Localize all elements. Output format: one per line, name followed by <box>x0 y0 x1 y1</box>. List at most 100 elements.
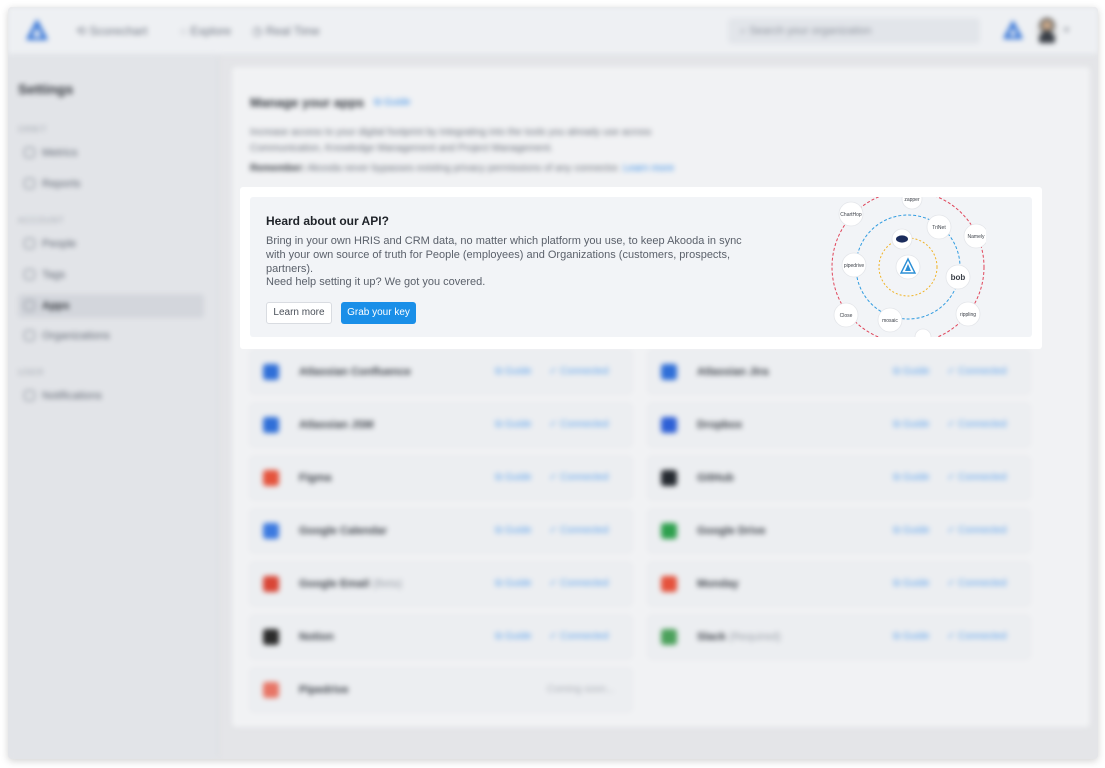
integrations-orbit-illustration: ChartHop TriNet Namely pipedrive bob rip… <box>831 197 986 337</box>
app-guide-link[interactable]: ⧉ Guide <box>495 578 532 589</box>
app-guide-link[interactable]: ⧉ Guide <box>495 472 532 483</box>
app-logo-icon <box>661 417 677 433</box>
app-name-label: Slack <box>697 631 726 643</box>
app-name-label: Pipedrive <box>299 684 349 696</box>
app-name-label: Google Email <box>299 578 370 590</box>
app-guide-link[interactable]: ⧉ Guide <box>893 419 930 430</box>
app-row[interactable]: Google Calendar ⧉ Guide ✓ Connected <box>250 509 632 553</box>
search-input[interactable]: ⌕ Search your organization <box>728 18 980 44</box>
org-logo-icon[interactable] <box>1002 19 1024 41</box>
app-logo-icon <box>661 523 677 539</box>
sidebar-item-people[interactable]: People <box>18 232 204 256</box>
app-guide-link[interactable]: ⧉ Guide <box>495 631 532 642</box>
akooda-logo-icon[interactable] <box>24 17 50 43</box>
app-row[interactable]: Atlassian Confluence ⧉ Guide ✓ Connected <box>250 350 632 394</box>
app-status-connected: ✓ Connected <box>947 578 1007 589</box>
app-name: Atlassian Confluence <box>299 366 411 378</box>
app-guide-link[interactable]: ⧉ Guide <box>893 472 930 483</box>
background-layer: ⟲ Scorechart ◌ Explore ◷ Real Time ⌕ Sea… <box>8 7 1098 759</box>
nav-real-time-label: Real Time <box>265 24 320 38</box>
chevron-down-icon[interactable]: ▾ <box>1064 25 1069 36</box>
app-guide-link[interactable]: ⧉ Guide <box>893 366 930 377</box>
app-guide-label: Guide <box>902 631 930 642</box>
app-row[interactable]: GitHub ⧉ Guide ✓ Connected <box>648 456 1030 500</box>
sidebar-item-tags[interactable]: Tags <box>18 263 204 287</box>
app-guide-link[interactable]: ⧉ Guide <box>893 578 930 589</box>
partner-close: Close <box>833 302 859 328</box>
app-logo-icon <box>661 364 677 380</box>
app-guide-link[interactable]: ⧉ Guide <box>495 525 532 536</box>
guide-link-label: Guide <box>383 97 411 108</box>
app-row[interactable]: Atlassian Jira ⧉ Guide ✓ Connected <box>648 350 1030 394</box>
app-guide-label: Guide <box>902 525 930 536</box>
app-row[interactable]: Dropbox ⧉ Guide ✓ Connected <box>648 403 1030 447</box>
sidebar-item-label: Organizations <box>42 330 110 342</box>
app-row[interactable]: Google Drive ⧉ Guide ✓ Connected <box>648 509 1030 553</box>
partner-namely-label: Namely <box>968 234 985 240</box>
app-guide-link[interactable]: ⧉ Guide <box>495 366 532 377</box>
app-row[interactable]: Slack (Required) ⧉ Guide ✓ Connected <box>648 615 1030 659</box>
learn-more-button[interactable]: Learn more <box>266 302 332 324</box>
app-status-label: Connected <box>560 631 609 642</box>
app-row[interactable]: Figma ⧉ Guide ✓ Connected <box>250 456 632 500</box>
reports-icon <box>24 178 35 189</box>
app-status-label: Connected <box>560 419 609 430</box>
app-name: Google Drive <box>697 525 765 537</box>
app-guide-link[interactable]: ⧉ Guide <box>495 419 532 430</box>
app-status-connected: ✓ Connected <box>947 631 1007 642</box>
guide-link[interactable]: ⧉ Guide <box>374 97 411 108</box>
app-guide-label: Guide <box>504 366 532 377</box>
sidebar-section-user: USER <box>18 368 45 377</box>
app-name-label: Notion <box>299 631 334 643</box>
app-name: Figma <box>299 472 331 484</box>
partner-bob-label: bob <box>951 273 966 282</box>
top-bar: ⟲ Scorechart ◌ Explore ◷ Real Time ⌕ Sea… <box>8 7 1098 55</box>
sidebar: Settings ORBIT Metrics Reports ACCOUNT P… <box>8 55 218 759</box>
app-name: Atlassian JSM <box>299 419 374 431</box>
app-row[interactable]: Notion ⧉ Guide ✓ Connected <box>250 615 632 659</box>
app-logo-icon <box>661 576 677 592</box>
sidebar-item-metrics[interactable]: Metrics <box>18 141 204 165</box>
page-description: Increase access to your digital footprin… <box>250 127 652 154</box>
app-guide-link[interactable]: ⧉ Guide <box>893 525 930 536</box>
app-guide-label: Guide <box>504 472 532 483</box>
app-name: Notion <box>299 631 334 643</box>
app-guide-label: Guide <box>902 419 930 430</box>
app-logo-icon <box>263 629 279 645</box>
sidebar-section-orbit: ORBIT <box>18 125 48 134</box>
app-row[interactable]: Pipedrive Coming soon... <box>250 668 632 712</box>
app-status-label: Connected <box>560 472 609 483</box>
app-status-label: Connected <box>560 525 609 536</box>
app-row[interactable]: Google Email (Beta) ⧉ Guide ✓ Connected <box>250 562 632 606</box>
nav-real-time[interactable]: ◷ Real Time <box>252 24 320 38</box>
nav-explore[interactable]: ◌ Explore <box>180 24 231 38</box>
partner-rippling: rippling <box>955 301 981 327</box>
organizations-icon <box>24 330 35 341</box>
app-name: Dropbox <box>697 419 742 431</box>
app-status-label: Connected <box>560 366 609 377</box>
sidebar-item-apps[interactable]: Apps <box>18 294 204 318</box>
app-logo-icon <box>263 364 279 380</box>
app-guide-link[interactable]: ⧉ Guide <box>893 631 930 642</box>
app-name: Google Email (Beta) <box>299 578 402 590</box>
app-name-label: Google Drive <box>697 525 766 537</box>
sidebar-title: Settings <box>18 81 74 97</box>
sidebar-item-reports[interactable]: Reports <box>18 172 204 196</box>
app-status-label: Connected <box>958 631 1007 642</box>
tag-icon <box>24 269 35 280</box>
reminder-learn-more-link[interactable]: Learn more <box>623 163 674 174</box>
grab-your-key-button[interactable]: Grab your key <box>341 302 416 324</box>
app-status-connected: ✓ Connected <box>549 525 609 536</box>
nav-scorechart[interactable]: ⟲ Scorechart <box>76 24 147 38</box>
app-status-label: Connected <box>958 578 1007 589</box>
app-logo-icon <box>263 576 279 592</box>
app-row[interactable]: Monday ⧉ Guide ✓ Connected <box>648 562 1030 606</box>
app-logo-icon <box>263 682 279 698</box>
sidebar-item-notifications[interactable]: Notifications <box>18 384 204 408</box>
app-guide-label: Guide <box>504 578 532 589</box>
sidebar-item-label: People <box>42 238 77 250</box>
app-note: (Required) <box>728 631 781 643</box>
app-row[interactable]: Atlassian JSM ⧉ Guide ✓ Connected <box>250 403 632 447</box>
sidebar-item-label: Notifications <box>42 390 102 402</box>
sidebar-item-organizations[interactable]: Organizations <box>18 324 204 348</box>
